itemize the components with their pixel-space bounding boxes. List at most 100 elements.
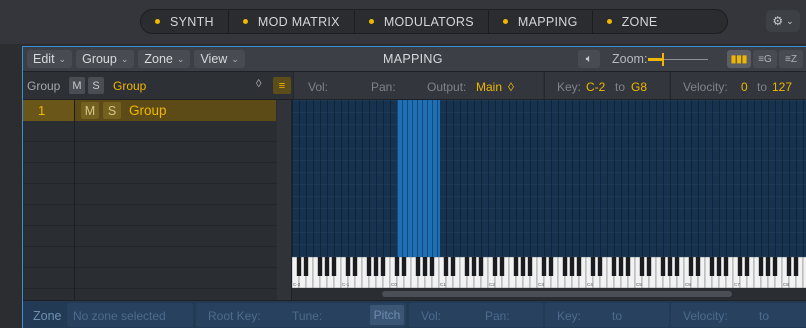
black-key[interactable] — [646, 257, 652, 276]
root-key-label: Root Key: — [208, 309, 261, 323]
black-key[interactable] — [765, 257, 771, 276]
black-key[interactable] — [464, 257, 470, 276]
list-view-icon[interactable]: ≡ — [273, 77, 291, 94]
black-key[interactable] — [737, 257, 743, 276]
zone-view-icon[interactable]: ≡Z — [779, 50, 803, 68]
black-key[interactable] — [450, 257, 456, 276]
tab-mod-matrix[interactable]: MOD MATRIX — [229, 10, 355, 33]
black-key[interactable] — [471, 257, 477, 276]
black-key[interactable] — [415, 257, 421, 276]
menu-zone[interactable]: Zone ⌄ — [138, 50, 191, 68]
chevron-down-icon: ⌄ — [58, 53, 67, 64]
black-key[interactable] — [562, 257, 568, 276]
output-select[interactable]: Main — [476, 80, 502, 94]
black-key[interactable] — [513, 257, 519, 276]
black-key[interactable] — [345, 257, 351, 276]
black-key[interactable] — [296, 257, 302, 276]
black-key[interactable] — [611, 257, 617, 276]
black-key[interactable] — [625, 257, 631, 276]
black-key[interactable] — [786, 257, 792, 276]
group-row-solo-button[interactable]: S — [103, 102, 121, 119]
keyboard-scrollbar[interactable] — [292, 288, 806, 300]
black-key[interactable] — [716, 257, 722, 276]
black-key[interactable] — [569, 257, 575, 276]
black-key[interactable] — [709, 257, 715, 276]
group-name-field[interactable]: Group — [113, 79, 146, 93]
black-key[interactable] — [618, 257, 624, 276]
black-key[interactable] — [380, 257, 386, 276]
black-key[interactable] — [597, 257, 603, 276]
black-key[interactable] — [394, 257, 400, 276]
black-key[interactable] — [478, 257, 484, 276]
group-row-name[interactable]: Group — [129, 103, 167, 118]
piano-keyboard[interactable]: C-2 C-1 C0 C1 C2 C3 C4 C5 C6 C7 C8 — [292, 257, 806, 288]
black-key[interactable] — [576, 257, 582, 276]
stepper-icon[interactable]: ◊ — [508, 80, 514, 94]
top-tab-bar: SYNTH MOD MATRIX MODULATORS MAPPING ZONE… — [0, 0, 806, 44]
pitch-toggle-button[interactable]: Pitch — [370, 305, 404, 325]
zoom-slider[interactable] — [648, 53, 708, 66]
group-row-mute-button[interactable]: M — [81, 102, 99, 119]
tab-mapping[interactable]: MAPPING — [489, 10, 593, 33]
black-key[interactable] — [772, 257, 778, 276]
black-key[interactable] — [331, 257, 337, 276]
black-key[interactable] — [373, 257, 379, 276]
black-key[interactable] — [674, 257, 680, 276]
black-key[interactable] — [303, 257, 309, 276]
settings-menu-button[interactable]: ⚙ ⌄ — [766, 10, 800, 32]
mapping-grid[interactable] — [292, 100, 806, 257]
keyboard-view-icon[interactable]: ▮▮▮ — [727, 50, 751, 68]
group-mute-button[interactable]: M — [69, 77, 85, 94]
group-view-icon[interactable]: ≡G — [753, 50, 777, 68]
black-key[interactable] — [492, 257, 498, 276]
black-key[interactable] — [527, 257, 533, 276]
stepper-icon[interactable]: ◊ — [256, 78, 261, 90]
black-key[interactable] — [499, 257, 505, 276]
black-key[interactable] — [793, 257, 799, 276]
tab-synth[interactable]: SYNTH — [141, 10, 229, 33]
black-key[interactable] — [744, 257, 750, 276]
tab-zone[interactable]: ZONE — [593, 10, 672, 33]
menu-group[interactable]: Group ⌄ — [76, 50, 135, 68]
velocity-label: Velocity: — [683, 80, 728, 94]
black-key[interactable] — [660, 257, 666, 276]
octave-label: C-1 — [342, 282, 350, 287]
zoom-slider-handle[interactable] — [662, 53, 664, 66]
black-key[interactable] — [758, 257, 764, 276]
scrollbar-thumb[interactable] — [382, 291, 732, 297]
pan-label[interactable]: Pan: — [371, 80, 396, 94]
black-key[interactable] — [352, 257, 358, 276]
key-low-field[interactable]: C-2 — [586, 80, 605, 94]
black-key[interactable] — [695, 257, 701, 276]
black-key[interactable] — [520, 257, 526, 276]
black-key[interactable] — [590, 257, 596, 276]
velocity-high-field[interactable]: 127 — [772, 80, 792, 94]
vol-label[interactable]: Vol: — [308, 80, 328, 94]
black-key[interactable] — [639, 257, 645, 276]
tab-modulators[interactable]: MODULATORS — [355, 10, 489, 33]
black-key[interactable] — [324, 257, 330, 276]
group-list-row[interactable]: 1 M S Group — [23, 100, 276, 121]
mapped-zone[interactable] — [397, 100, 440, 257]
black-key[interactable] — [688, 257, 694, 276]
black-key[interactable] — [541, 257, 547, 276]
black-key[interactable] — [667, 257, 673, 276]
velocity-low-field[interactable]: 0 — [741, 80, 748, 94]
speaker-icon[interactable]: 🔈︎ — [578, 50, 600, 68]
group-list-scrollbar[interactable] — [277, 100, 291, 300]
black-key[interactable] — [317, 257, 323, 276]
black-key[interactable] — [443, 257, 449, 276]
black-key[interactable] — [548, 257, 554, 276]
black-key[interactable] — [401, 257, 407, 276]
black-key[interactable] — [366, 257, 372, 276]
list-row — [23, 142, 291, 163]
keyboard-keys[interactable]: C-2 C-1 C0 C1 C2 C3 C4 C5 C6 C7 C8 — [292, 257, 806, 288]
group-row-body[interactable]: M S Group — [75, 100, 276, 121]
black-key[interactable] — [429, 257, 435, 276]
menu-edit[interactable]: Edit ⌄ — [27, 50, 73, 68]
menu-view[interactable]: View ⌄ — [194, 50, 245, 68]
black-key[interactable] — [422, 257, 428, 276]
black-key[interactable] — [723, 257, 729, 276]
key-high-field[interactable]: G8 — [631, 80, 647, 94]
group-solo-button[interactable]: S — [88, 77, 104, 94]
